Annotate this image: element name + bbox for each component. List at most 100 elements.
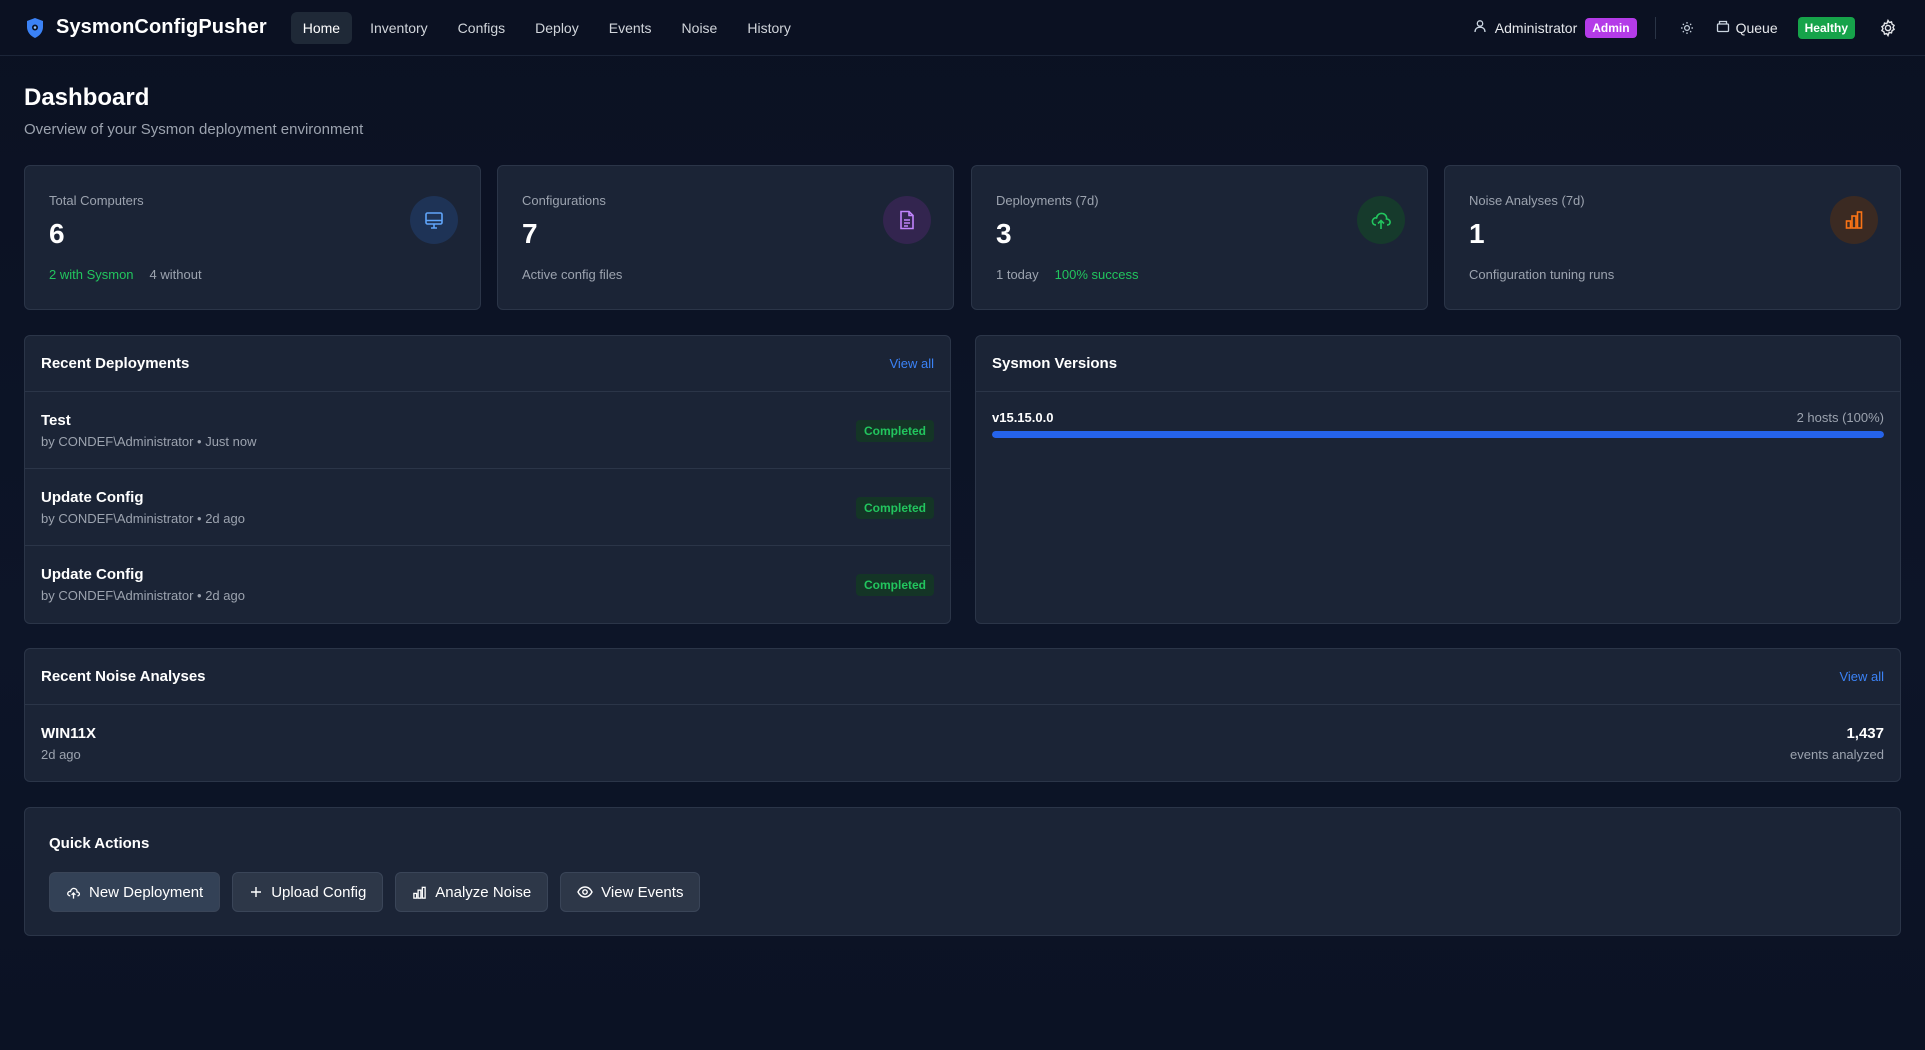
stat-value: 3 <box>996 218 1012 249</box>
stat-footer: Active config files <box>522 267 622 282</box>
nav-configs[interactable]: Configs <box>446 12 517 44</box>
version-progress-fill <box>992 431 1884 438</box>
stat-value: 7 <box>522 218 538 249</box>
brand[interactable]: SysmonConfigPusher <box>24 16 267 39</box>
page-title: Dashboard <box>24 84 150 111</box>
nav-home[interactable]: Home <box>290 11 353 44</box>
main-nav: Home Inventory Configs Deploy Events Noi… <box>290 11 803 44</box>
quick-actions-title: Quick Actions <box>49 835 150 852</box>
noise-analysis-row[interactable]: WIN11X 2d ago 1,437 events analyzed <box>25 705 1900 782</box>
panel-header: Sysmon Versions <box>976 336 1900 392</box>
role-badge: Admin <box>1585 17 1637 38</box>
stat-value: 6 <box>49 218 65 249</box>
noise-event-count: 1,437 <box>1846 725 1884 742</box>
deployment-row[interactable]: Update Config by CONDEF\Administrator • … <box>25 546 950 623</box>
status-badge: Completed <box>855 497 934 519</box>
recent-noise-analyses-panel: Recent Noise Analyses View all WIN11X 2d… <box>24 648 1901 782</box>
panel-title: Sysmon Versions <box>992 355 1118 372</box>
status-badge: Completed <box>855 420 934 442</box>
app-name: SysmonConfigPusher <box>56 16 267 38</box>
version-row: v15.15.0.0 2 hosts (100%) <box>976 392 1900 438</box>
user-name: Administrator <box>1494 19 1578 36</box>
stat-label: Deployments (7d) <box>996 193 1099 208</box>
shield-logo-icon <box>24 17 46 39</box>
eye-icon <box>577 885 593 899</box>
view-all-deployments-link[interactable]: View all <box>889 356 934 371</box>
settings-gear-icon[interactable] <box>1875 15 1901 41</box>
deployment-row[interactable]: Update Config by CONDEF\Administrator • … <box>25 469 950 546</box>
quick-actions-panel: Quick Actions New Deployment Upload Conf… <box>24 807 1901 936</box>
stat-foot-without: 4 without <box>149 267 202 282</box>
header-divider <box>1654 16 1656 39</box>
stat-foot-today: 1 today <box>996 267 1039 282</box>
panel-title: Recent Noise Analyses <box>41 668 206 685</box>
queue-button[interactable]: Queue <box>1716 19 1778 36</box>
quick-actions-buttons: New Deployment Upload Config Analyze Noi… <box>49 872 701 912</box>
deployment-name: Update Config <box>41 489 144 506</box>
nav-deploy[interactable]: Deploy <box>523 12 591 44</box>
nav-events[interactable]: Events <box>597 12 664 44</box>
nav-history[interactable]: History <box>735 12 803 44</box>
stat-card-configurations[interactable]: Configurations 7 Active config files <box>497 165 954 310</box>
stat-foot-text: Active config files <box>522 267 623 282</box>
stat-value: 1 <box>1469 218 1485 249</box>
plus-icon <box>249 885 263 899</box>
deployment-name: Update Config <box>41 566 144 583</box>
version-name: v15.15.0.0 <box>992 410 1054 425</box>
header-right: Administrator Admin Queue Healthy <box>1473 15 1901 41</box>
panel-header: Recent Noise Analyses View all <box>25 649 1900 705</box>
noise-time: 2d ago <box>41 747 81 762</box>
button-label: View Events <box>601 883 684 901</box>
stat-footer: 1 today 100% success <box>996 267 1138 282</box>
monitor-icon <box>410 196 458 244</box>
stat-label: Noise Analyses (7d) <box>1469 193 1585 208</box>
stat-foot-text: Configuration tuning runs <box>1469 267 1615 282</box>
stat-card-computers[interactable]: Total Computers 6 2 with Sysmon 4 withou… <box>24 165 481 310</box>
stat-label: Configurations <box>522 193 606 208</box>
top-navigation-bar: SysmonConfigPusher Home Inventory Config… <box>0 0 1925 56</box>
button-label: Analyze Noise <box>435 883 532 901</box>
recent-deployments-panel: Recent Deployments View all Test by COND… <box>24 335 951 624</box>
noise-host: WIN11X <box>41 725 97 742</box>
stat-card-noise-analyses[interactable]: Noise Analyses (7d) 1 Configuration tuni… <box>1444 165 1901 310</box>
sysmon-versions-panel: Sysmon Versions v15.15.0.0 2 hosts (100%… <box>975 335 1901 624</box>
stat-footer: Configuration tuning runs <box>1469 267 1614 282</box>
upload-cloud-icon <box>1357 196 1405 244</box>
bar-chart-icon <box>1830 196 1878 244</box>
deployment-meta: by CONDEF\Administrator • 2d ago <box>41 588 245 603</box>
noise-event-unit: events analyzed <box>1790 747 1884 762</box>
button-label: Upload Config <box>271 883 367 901</box>
stat-card-deployments[interactable]: Deployments (7d) 3 1 today 100% success <box>971 165 1428 310</box>
button-label: New Deployment <box>89 883 204 901</box>
view-all-noise-link[interactable]: View all <box>1839 669 1884 684</box>
new-deployment-button[interactable]: New Deployment <box>49 872 221 912</box>
view-events-button[interactable]: View Events <box>560 872 701 912</box>
version-progress-bar <box>992 431 1884 438</box>
analyze-noise-button[interactable]: Analyze Noise <box>395 872 549 912</box>
stat-foot-success: 100% success <box>1054 267 1139 282</box>
user-menu[interactable]: Administrator Admin <box>1473 17 1637 38</box>
inbox-icon <box>1716 19 1730 36</box>
bar-chart-icon <box>412 885 427 900</box>
upload-cloud-icon <box>66 885 81 900</box>
health-badge: Healthy <box>1797 16 1855 39</box>
deployment-name: Test <box>41 412 71 429</box>
stat-label: Total Computers <box>49 193 144 208</box>
upload-config-button[interactable]: Upload Config <box>232 872 384 912</box>
stat-foot-with-sysmon: 2 with Sysmon <box>49 267 134 282</box>
status-badge: Completed <box>855 574 934 596</box>
nav-inventory[interactable]: Inventory <box>358 12 440 44</box>
stat-footer: 2 with Sysmon 4 without <box>49 267 202 282</box>
panel-header: Recent Deployments View all <box>25 336 950 392</box>
nav-noise[interactable]: Noise <box>670 12 730 44</box>
deployment-row[interactable]: Test by CONDEF\Administrator • Just now … <box>25 392 950 469</box>
queue-label: Queue <box>1735 19 1778 36</box>
user-icon <box>1473 19 1487 36</box>
panel-title: Recent Deployments <box>41 355 190 372</box>
deployment-meta: by CONDEF\Administrator • Just now <box>41 434 257 449</box>
version-host-count: 2 hosts (100%) <box>1796 410 1884 425</box>
file-icon <box>883 196 931 244</box>
theme-toggle-sun-icon[interactable] <box>1674 15 1700 41</box>
deployment-meta: by CONDEF\Administrator • 2d ago <box>41 511 245 526</box>
page-subtitle: Overview of your Sysmon deployment envir… <box>24 121 364 138</box>
